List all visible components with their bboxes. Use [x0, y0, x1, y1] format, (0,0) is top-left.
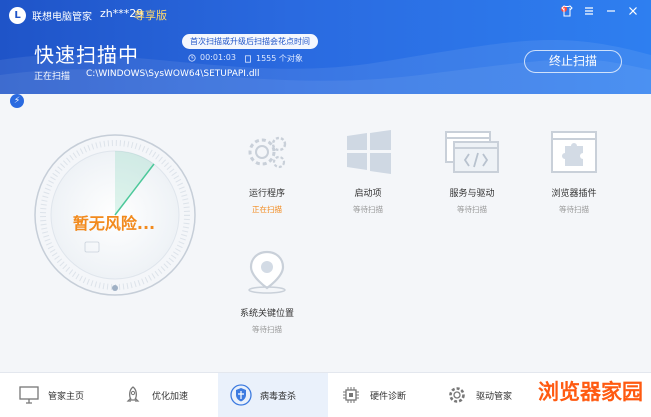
- clock-icon: [188, 53, 196, 62]
- item-status: 等待扫描: [353, 205, 383, 214]
- nav-label: 管家主页: [48, 391, 85, 402]
- code-window-icon: [445, 131, 499, 173]
- scan-status-label: 正在扫描: [34, 72, 71, 82]
- elapsed-timer: 00:01:03: [188, 53, 236, 62]
- rocket-icon: [122, 384, 144, 406]
- gear-icon: [446, 384, 468, 406]
- nav-item-home[interactable]: 管家主页: [18, 373, 118, 417]
- scan-item-system-locations: 系统关键位置 等待扫描: [222, 250, 312, 335]
- nav-item-antivirus[interactable]: 病毒查杀: [218, 373, 328, 417]
- shirt-icon[interactable]: [559, 5, 575, 21]
- scan-title: 快速扫描中: [34, 43, 139, 67]
- object-count-value: 1555 个对象: [256, 54, 303, 63]
- scan-item-browser-plugins: 浏览器插件 等待扫描: [529, 130, 619, 215]
- nav-label: 病毒查杀: [260, 391, 297, 402]
- item-label: 服务与驱动: [449, 189, 495, 199]
- object-count: 1555 个对象: [244, 53, 303, 64]
- scan-path: C:\WINDOWS\SysWOW64\SETUPAPI.dll: [86, 69, 260, 79]
- item-label: 运行程序: [248, 189, 285, 199]
- monitor-icon: [18, 384, 40, 406]
- nav-label: 优化加速: [152, 391, 189, 402]
- item-status: 正在扫描: [252, 205, 282, 214]
- nav-item-hardware[interactable]: 硬件诊断: [340, 373, 440, 417]
- scan-item-running-programs: 运行程序 正在扫描: [222, 130, 312, 215]
- item-label: 启动项: [354, 189, 382, 199]
- chip-icon: [340, 384, 362, 406]
- location-pin-icon: [248, 250, 286, 294]
- nav-item-optimize[interactable]: 优化加速: [122, 373, 222, 417]
- shield-icon: [230, 384, 252, 406]
- vip-badge: 尊享版: [134, 9, 167, 22]
- close-icon[interactable]: [625, 5, 641, 21]
- window-controls: [559, 5, 641, 21]
- minimize-icon[interactable]: [603, 5, 619, 21]
- scan-item-startup: 启动项 等待扫描: [323, 130, 413, 215]
- item-label: 浏览器插件: [551, 189, 597, 199]
- gears-icon: [248, 136, 287, 169]
- first-scan-tooltip: 首次扫描或升级后扫描会花点时间: [182, 34, 318, 49]
- stop-scan-button[interactable]: 终止扫描: [524, 50, 622, 73]
- site-watermark: 浏览器家园: [538, 380, 643, 404]
- file-icon: [245, 54, 251, 63]
- app-logo: L: [9, 7, 26, 24]
- risk-status-text: 暂无风险...: [72, 214, 156, 233]
- timer-value: 00:01:03: [200, 53, 236, 62]
- header-banner: L 联想电脑管家 zh***29 尊享版 快速扫描中 首次扫描或升级后扫描会花点…: [0, 0, 651, 94]
- item-status: 等待扫描: [457, 205, 487, 214]
- menu-icon[interactable]: [581, 5, 597, 21]
- nav-label: 驱动管家: [476, 391, 513, 402]
- lightning-icon[interactable]: ⚡: [10, 94, 24, 108]
- puzzle-icon: [551, 131, 597, 173]
- item-status: 等待扫描: [559, 205, 589, 214]
- app-title: 联想电脑管家: [32, 12, 92, 23]
- nav-item-driver[interactable]: 驱动管家: [446, 373, 536, 417]
- scan-item-services: 服务与驱动 等待扫描: [427, 130, 517, 215]
- gauge-dot: [112, 285, 118, 291]
- nav-label: 硬件诊断: [370, 391, 407, 402]
- item-label: 系统关键位置: [239, 309, 294, 319]
- windows-icon: [347, 130, 391, 174]
- item-status: 等待扫描: [252, 325, 282, 334]
